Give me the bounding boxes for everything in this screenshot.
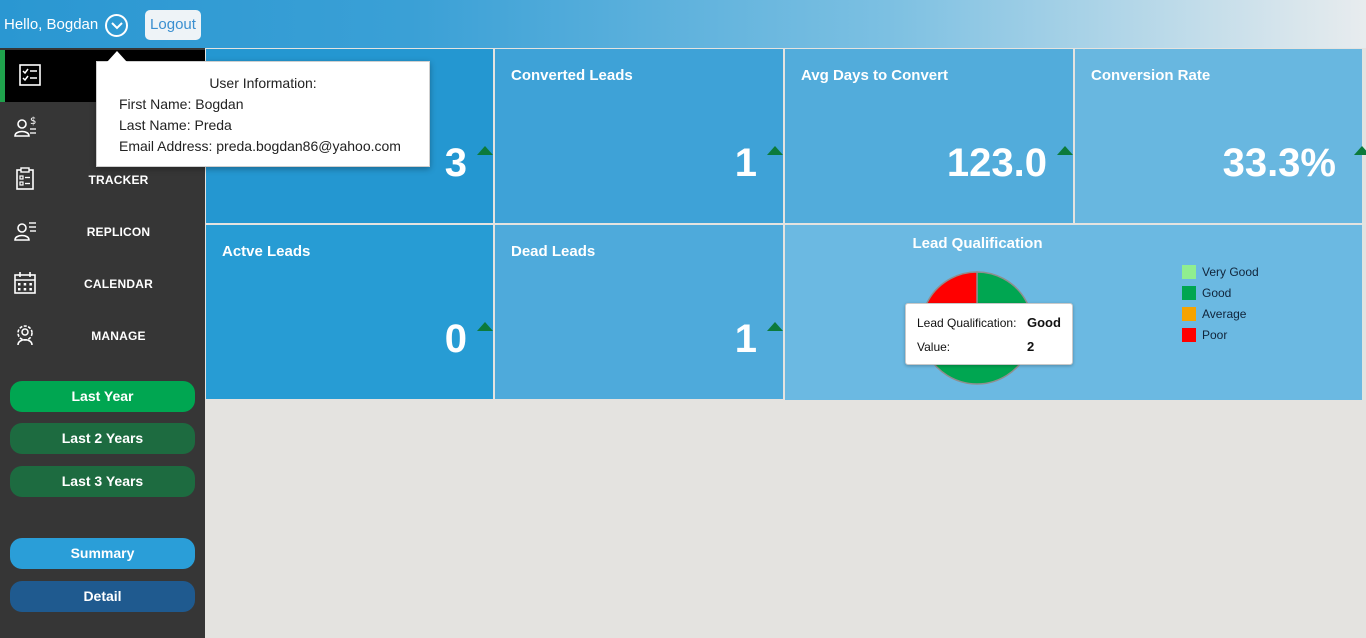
chevron-down-icon[interactable] — [105, 14, 128, 37]
tile-value: 33.3% — [1222, 141, 1336, 185]
sidebar-item-replicon[interactable]: REPLICON — [0, 206, 205, 258]
checklist-icon — [19, 64, 41, 86]
legend-swatch — [1182, 307, 1196, 321]
logout-button[interactable]: Logout — [145, 10, 201, 40]
tile-title: Avg Days to Convert — [801, 67, 948, 84]
user-list-icon — [14, 222, 36, 241]
filter-last-year-button[interactable]: Last Year — [10, 381, 195, 412]
chart-tooltip: Lead Qualification: Good Value: 2 — [905, 303, 1073, 365]
tile-value: 3 — [444, 141, 467, 185]
summary-view-button[interactable]: Summary — [10, 538, 195, 569]
calendar-icon — [14, 272, 36, 294]
user-dollar-icon: $ — [14, 116, 36, 137]
popover-heading: User Information: — [209, 75, 317, 91]
up-arrow-icon — [477, 146, 493, 155]
kpi-tile-converted-leads: Converted Leads 1 — [495, 49, 783, 223]
up-arrow-icon — [477, 322, 493, 331]
legend-label: Poor — [1202, 328, 1228, 342]
up-arrow-icon — [1057, 146, 1073, 155]
tile-value: 1 — [734, 141, 757, 185]
sidebar-item-label: REPLICON — [86, 225, 151, 239]
tile-title: Conversion Rate — [1091, 67, 1211, 84]
greeting: Hello, Bogdan — [4, 16, 99, 33]
tile-value: 0 — [444, 317, 467, 361]
user-last-name: Last Name: Preda — [119, 117, 232, 133]
tile-value: 123.0 — [946, 141, 1047, 185]
user-gear-icon — [17, 325, 33, 346]
filter-last-3-years-button[interactable]: Last 3 Years — [10, 466, 195, 497]
up-arrow-icon — [767, 146, 783, 155]
legend-label: Very Good — [1202, 265, 1259, 279]
user-email: Email Address: preda.bogdan86@yahoo.com — [119, 138, 401, 154]
clipboard-icon — [16, 167, 34, 190]
tile-title: Dead Leads — [511, 243, 596, 260]
popover-arrow — [107, 51, 127, 62]
svg-text:$: $ — [30, 116, 36, 127]
kpi-tile-conversion-rate: Conversion Rate 33.3% — [1075, 49, 1366, 223]
up-arrow-icon — [767, 322, 783, 331]
tile-value: 1 — [734, 317, 757, 361]
top-bar: Hello, Bogdan Logout — [0, 0, 1366, 48]
kpi-tile-avg-days: Avg Days to Convert 123.0 — [785, 49, 1073, 223]
kpi-tile-dead-leads: Dead Leads 1 — [495, 225, 783, 399]
sidebar-item-label: TRACKER — [88, 173, 149, 187]
chart-title: Lead Qualification — [912, 235, 1043, 252]
tile-title: Converted Leads — [511, 67, 633, 84]
tooltip-key-label: Lead Qualification: — [917, 316, 1017, 330]
legend-label: Average — [1202, 307, 1247, 321]
tile-title: Actve Leads — [222, 243, 311, 260]
sidebar-item-label: CALENDAR — [84, 277, 153, 291]
up-arrow-icon — [1354, 146, 1366, 155]
sidebar-item-label: MANAGE — [91, 329, 146, 343]
legend-swatch — [1182, 265, 1196, 279]
user-info-popover: User Information: First Name: Bogdan Las… — [96, 51, 430, 167]
detail-view-button[interactable]: Detail — [10, 581, 195, 612]
tooltip-key-value: Good — [1027, 315, 1061, 330]
sidebar-item-manage[interactable]: MANAGE — [0, 310, 205, 362]
legend-label: Good — [1202, 286, 1232, 300]
tooltip-value: 2 — [1027, 339, 1035, 354]
lead-qualification-chart: Lead Qualification Very Good Good Averag… — [785, 225, 1362, 400]
filter-last-2-years-button[interactable]: Last 2 Years — [10, 423, 195, 454]
sidebar-item-calendar[interactable]: CALENDAR — [0, 258, 205, 310]
legend-swatch — [1182, 328, 1196, 342]
kpi-tile-active-leads: Actve Leads 0 — [206, 225, 493, 399]
legend-swatch — [1182, 286, 1196, 300]
tooltip-value-label: Value: — [917, 340, 951, 354]
user-first-name: First Name: Bogdan — [119, 96, 244, 112]
